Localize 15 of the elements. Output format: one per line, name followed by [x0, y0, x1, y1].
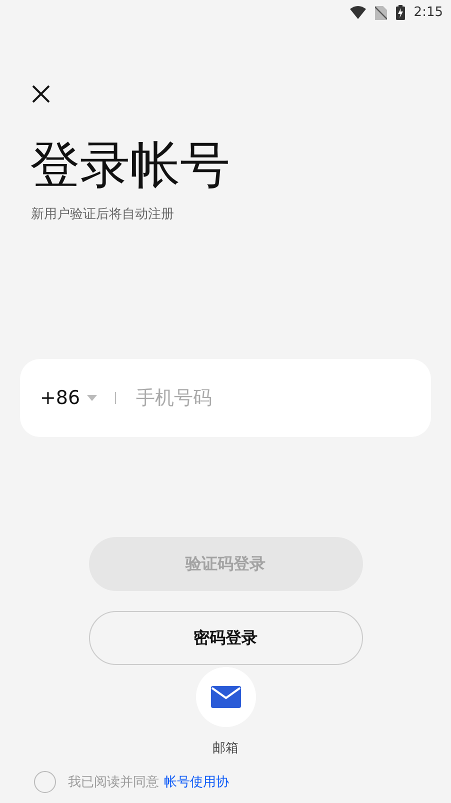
wifi-icon [350, 6, 366, 19]
country-code[interactable]: +86 [40, 387, 80, 409]
page-title: 登录帐号 [30, 135, 231, 196]
subtitle: 新用户验证后将自动注册 [31, 206, 175, 223]
mail-icon [210, 686, 240, 708]
battery-charging-icon [396, 5, 405, 20]
email-label: 邮箱 [212, 740, 238, 757]
no-sim-icon [374, 6, 387, 20]
phone-field[interactable]: +86 手机号码 [20, 359, 431, 437]
agreement-text: 我已阅读并同意 [68, 774, 159, 791]
agree-checkbox[interactable] [34, 771, 56, 793]
login-button[interactable]: 密码登录 [88, 611, 362, 665]
status-time: 2:15 [414, 5, 443, 20]
close-button[interactable] [30, 83, 52, 105]
agreement-link[interactable]: 帐号使用协 [164, 773, 229, 791]
